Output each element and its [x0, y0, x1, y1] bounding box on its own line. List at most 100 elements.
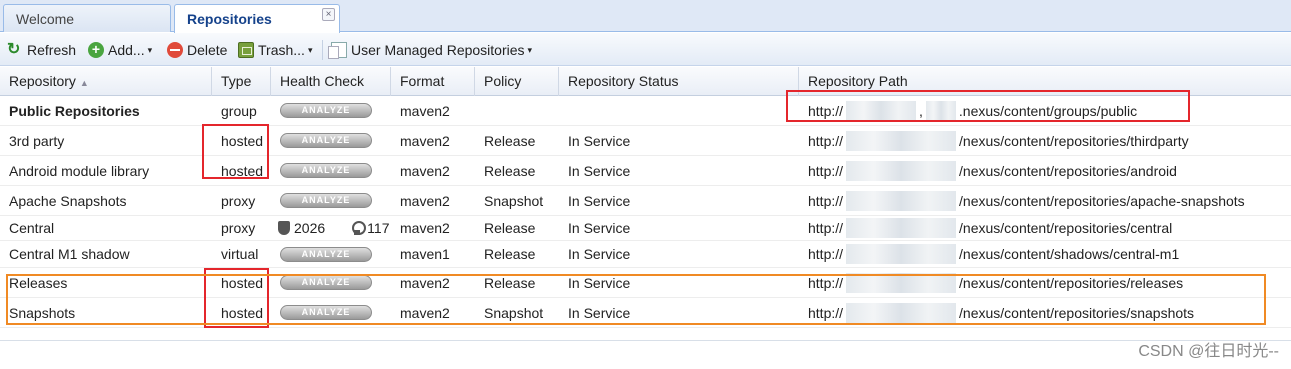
add-button[interactable]: + Add... ▾ — [88, 40, 152, 60]
redacted-host — [846, 190, 957, 211]
tab-welcome[interactable]: Welcome — [3, 4, 171, 32]
delete-button[interactable]: Delete — [167, 40, 227, 60]
redacted-host — [925, 100, 956, 121]
repository-format: maven2 — [400, 274, 450, 291]
repository-policy: Release — [484, 246, 536, 262]
column-policy-label: Policy — [484, 73, 522, 89]
column-repository-status[interactable]: Repository Status — [559, 67, 799, 96]
document-icon — [328, 42, 347, 59]
watermark: CSDN @往日时光-- — [1138, 343, 1279, 360]
tab-strip: Welcome Repositories × — [0, 0, 1291, 33]
repository-path[interactable]: http:// /nexus/content/repositories/cent… — [799, 216, 1291, 240]
close-icon[interactable]: × — [322, 8, 335, 21]
column-format-label: Format — [400, 73, 445, 89]
table-row[interactable]: Snapshots hosted ANALYZE maven2 Snapshot… — [0, 298, 1291, 328]
repository-policy: Release — [484, 162, 536, 179]
redacted-host — [846, 130, 957, 151]
table-row[interactable]: Central proxy 2026 117 maven2 Release In… — [0, 216, 1291, 241]
tab-repositories[interactable]: Repositories × — [174, 4, 340, 33]
chevron-down-icon: ▾ — [527, 44, 533, 55]
column-repository-path[interactable]: Repository Path — [799, 67, 1291, 96]
table-header: Repository ▲ Type Health Check Format Pol… — [0, 67, 1291, 96]
path-prefix: http:// — [808, 192, 844, 209]
path-suffix: /nexus/content/repositories/central — [959, 220, 1173, 236]
repository-status: In Service — [568, 304, 631, 321]
repository-status: In Service — [568, 162, 631, 179]
path-suffix: /nexus/content/repositories/apache-snaps… — [959, 192, 1245, 209]
chevron-down-icon: ▾ — [147, 44, 153, 55]
analyze-button[interactable]: ANALYZE — [280, 246, 372, 262]
table-row[interactable]: Android module library hosted ANALYZE ma… — [0, 156, 1291, 186]
shield-icon — [278, 221, 290, 235]
repository-path[interactable]: http:// /nexus/content/repositories/andr… — [799, 156, 1291, 185]
path-prefix: http:// — [808, 132, 844, 149]
analyze-button[interactable]: ANALYZE — [280, 163, 372, 178]
path-suffix: .nexus/content/groups/public — [958, 102, 1138, 119]
repository-path[interactable]: http:// /nexus/content/repositories/rele… — [799, 268, 1291, 297]
repository-policy — [475, 96, 559, 125]
refresh-icon: ↻ — [7, 41, 21, 58]
toolbar: ↻ Refresh + Add... ▾ Delete Trash... ▾ U… — [0, 33, 1291, 66]
table-row[interactable]: Releases hosted ANALYZE maven2 Release I… — [0, 268, 1291, 298]
repository-path[interactable]: http:// /nexus/content/repositories/thir… — [799, 126, 1291, 155]
trash-icon — [238, 42, 254, 58]
repository-path[interactable]: http:// /nexus/content/repositories/snap… — [799, 298, 1291, 327]
path-prefix: http:// — [808, 246, 844, 262]
repository-name: 3rd party — [9, 132, 65, 149]
security-issues-count: 2026 — [294, 220, 326, 236]
path-suffix: /nexus/content/repositories/thirdparty — [959, 132, 1189, 149]
health-check: ANALYZE — [271, 186, 391, 215]
analyze-button[interactable]: ANALYZE — [280, 133, 372, 148]
analyze-button[interactable]: ANALYZE — [280, 305, 372, 320]
add-icon: + — [88, 42, 104, 58]
redacted-host — [846, 272, 957, 293]
repository-status: In Service — [568, 274, 631, 291]
column-health-check[interactable]: Health Check — [271, 67, 391, 96]
path-suffix: /nexus/content/shadows/central-m1 — [959, 246, 1180, 262]
table-row[interactable]: Apache Snapshots proxy ANALYZE maven2 Sn… — [0, 186, 1291, 216]
column-type[interactable]: Type — [212, 67, 271, 96]
repository-type: hosted — [221, 274, 264, 291]
column-health-check-label: Health Check — [280, 73, 365, 89]
trash-button[interactable]: Trash... ▾ — [238, 40, 312, 60]
repository-type: hosted — [221, 132, 264, 149]
refresh-button[interactable]: ↻ Refresh — [7, 40, 76, 60]
repository-status: In Service — [568, 192, 631, 209]
path-prefix: http:// — [808, 274, 844, 291]
table-row[interactable]: 3rd party hosted ANALYZE maven2 Release … — [0, 126, 1291, 156]
path-suffix: /nexus/content/repositories/releases — [959, 274, 1184, 291]
column-repository[interactable]: Repository ▲ — [0, 67, 212, 96]
repository-policy: Release — [484, 132, 536, 149]
tab-welcome-label: Welcome — [16, 11, 75, 27]
column-format[interactable]: Format — [391, 67, 475, 96]
repository-type: hosted — [221, 304, 264, 321]
path-prefix: http:// — [808, 102, 844, 119]
path-prefix: http:// — [808, 162, 844, 179]
tab-repositories-label: Repositories — [187, 11, 272, 27]
repository-type: group — [221, 102, 257, 119]
license-badge-icon — [351, 221, 367, 235]
user-managed-repositories-button[interactable]: User Managed Repositories ▾ — [328, 40, 533, 60]
repository-path[interactable]: http:// , .nexus/content/groups/public — [799, 96, 1291, 125]
path-separator: , — [919, 102, 923, 119]
health-check[interactable]: 2026 117 — [271, 216, 391, 240]
table-row[interactable]: Central M1 shadow virtual ANALYZE maven1… — [0, 241, 1291, 268]
column-policy[interactable]: Policy — [475, 67, 559, 96]
refresh-label: Refresh — [27, 42, 77, 58]
repository-policy: Release — [484, 274, 536, 291]
analyze-button[interactable]: ANALYZE — [280, 275, 372, 290]
analyze-button[interactable]: ANALYZE — [280, 103, 372, 118]
repository-name: Apache Snapshots — [9, 192, 127, 209]
repository-status — [559, 96, 799, 125]
column-repository-path-label: Repository Path — [808, 73, 908, 89]
repository-path[interactable]: http:// /nexus/content/repositories/apac… — [799, 186, 1291, 215]
user-managed-label: User Managed Repositories — [351, 42, 525, 58]
analyze-button[interactable]: ANALYZE — [280, 193, 372, 208]
repository-path[interactable]: http:// /nexus/content/shadows/central-m… — [799, 241, 1291, 267]
delete-label: Delete — [187, 42, 228, 58]
add-label: Add... — [108, 42, 145, 58]
repository-type: virtual — [221, 246, 259, 262]
delete-icon — [167, 42, 183, 58]
repository-type: proxy — [221, 220, 256, 236]
table-row[interactable]: Public Repositories group ANALYZE maven2… — [0, 96, 1291, 126]
